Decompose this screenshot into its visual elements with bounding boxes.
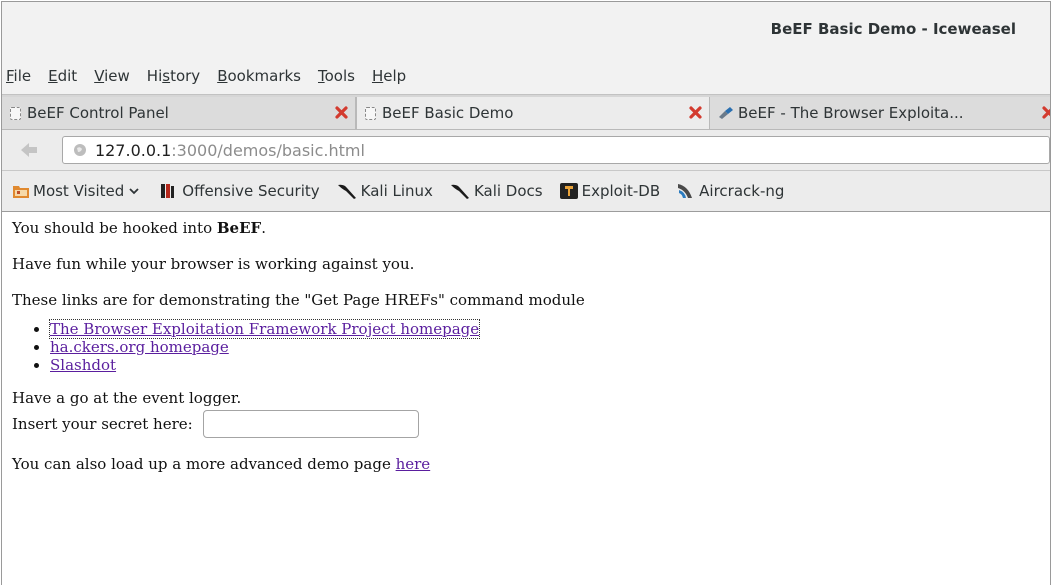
tab-close-icon[interactable] — [1041, 105, 1051, 120]
link-hackers-homepage[interactable]: ha.ckers.org homepage — [50, 338, 229, 356]
tab-label: BeEF Control Panel — [27, 104, 169, 122]
hooked-paragraph: You should be hooked into BeEF. — [12, 218, 1050, 238]
menu-bookmarks[interactable]: Bookmarks — [217, 67, 301, 85]
tab-beef-browser-exploitation[interactable]: BeEF - The Browser Exploita... — [710, 97, 1050, 129]
url-host: 127.0.0.1 — [94, 140, 172, 160]
bookmark-exploit-db[interactable]: Exploit-DB — [559, 182, 661, 200]
event-logger-text: Have a go at the event logger. — [12, 389, 242, 407]
secret-row: Insert your secret here: — [12, 410, 1050, 438]
back-button[interactable] — [14, 138, 44, 162]
chevron-down-icon — [129, 188, 139, 195]
title-bar[interactable]: BeEF Basic Demo - Iceweasel — [2, 2, 1050, 58]
bookmark-label: Offensive Security — [182, 182, 320, 200]
back-arrow-icon — [20, 143, 37, 157]
links-intro: These links are for demonstrating the "G… — [12, 291, 585, 309]
aircrack-icon — [678, 184, 693, 198]
list-item: ha.ckers.org homepage — [50, 338, 1050, 356]
tab-label: BeEF - The Browser Exploita... — [738, 104, 964, 122]
menu-edit[interactable]: Edit — [48, 67, 77, 85]
secret-label: Insert your secret here: — [12, 415, 193, 433]
bookmark-offensive-security[interactable]: Offensive Security — [159, 182, 320, 200]
links-list: The Browser Exploitation Framework Proje… — [12, 319, 1050, 374]
page-content: You should be hooked into BeEF. Have fun… — [2, 212, 1050, 474]
menu-file[interactable]: File — [6, 67, 31, 85]
hooked-text: You should be hooked into — [12, 219, 217, 237]
menu-bar: File Edit View History Bookmarks Tools H… — [2, 58, 1050, 94]
list-item: The Browser Exploitation Framework Proje… — [48, 319, 1050, 339]
bookmark-kali-linux[interactable]: Kali Linux — [336, 182, 433, 200]
offsec-icon — [161, 184, 175, 198]
tab-close-icon[interactable] — [688, 105, 703, 120]
list-item: Slashdot — [50, 356, 1050, 374]
bookmarks-toolbar: Most Visited Offensive Security Kali Lin… — [2, 171, 1050, 212]
bookmark-most-visited[interactable]: Most Visited — [12, 182, 143, 200]
beef-bold: BeEF — [216, 219, 262, 237]
advanced-paragraph: You can also load up a more advanced dem… — [12, 454, 1050, 474]
blank-page-icon — [10, 106, 21, 120]
navigation-bar: 127.0.0.1:3000/demos/basic.html — [2, 130, 1050, 171]
bookmark-label: Kali Docs — [473, 182, 543, 200]
folder-icon — [13, 186, 29, 198]
tab-label: BeEF Basic Demo — [382, 104, 514, 122]
address-bar[interactable]: 127.0.0.1:3000/demos/basic.html — [61, 136, 1050, 164]
bookmark-kali-docs[interactable]: Kali Docs — [449, 182, 543, 200]
tab-beef-control-panel[interactable]: BeEF Control Panel — [2, 97, 356, 129]
tab-close-icon[interactable] — [334, 105, 349, 120]
secret-input[interactable] — [202, 410, 419, 438]
bookmark-label: Exploit-DB — [581, 182, 661, 200]
fun-paragraph: Have fun while your browser is working a… — [12, 255, 415, 273]
bookmark-aircrack-ng[interactable]: Aircrack-ng — [676, 182, 784, 200]
menu-view[interactable]: View — [94, 67, 130, 85]
link-slashdot[interactable]: Slashdot — [50, 356, 116, 374]
tab-strip: BeEF Control Panel BeEF Basic Demo BeEF … — [2, 94, 1050, 130]
link-advanced-demo[interactable]: here — [396, 455, 431, 473]
kali-dragon-icon — [450, 184, 469, 199]
hooked-period: . — [261, 219, 266, 237]
exploitdb-icon — [559, 183, 578, 199]
bookmark-label: Most Visited — [33, 182, 125, 200]
menu-tools[interactable]: Tools — [318, 67, 355, 85]
link-beef-homepage[interactable]: The Browser Exploitation Framework Proje… — [48, 319, 481, 339]
window-title: BeEF Basic Demo - Iceweasel — [770, 20, 1016, 38]
browser-window: BeEF Basic Demo - Iceweasel File Edit Vi… — [1, 1, 1051, 585]
bookmark-label: Aircrack-ng — [699, 182, 785, 200]
bookmark-label: Kali Linux — [360, 182, 433, 200]
menu-help[interactable]: Help — [372, 67, 406, 85]
tab-beef-basic-demo[interactable]: BeEF Basic Demo — [356, 97, 710, 129]
url-path: :3000/demos/basic.html — [171, 140, 365, 160]
blank-page-icon — [365, 106, 376, 120]
beef-favicon-icon — [719, 107, 733, 119]
kali-dragon-icon — [337, 184, 356, 199]
globe-icon — [73, 144, 86, 156]
menu-history[interactable]: History — [147, 67, 200, 85]
advanced-text: You can also load up a more advanced dem… — [12, 455, 396, 473]
